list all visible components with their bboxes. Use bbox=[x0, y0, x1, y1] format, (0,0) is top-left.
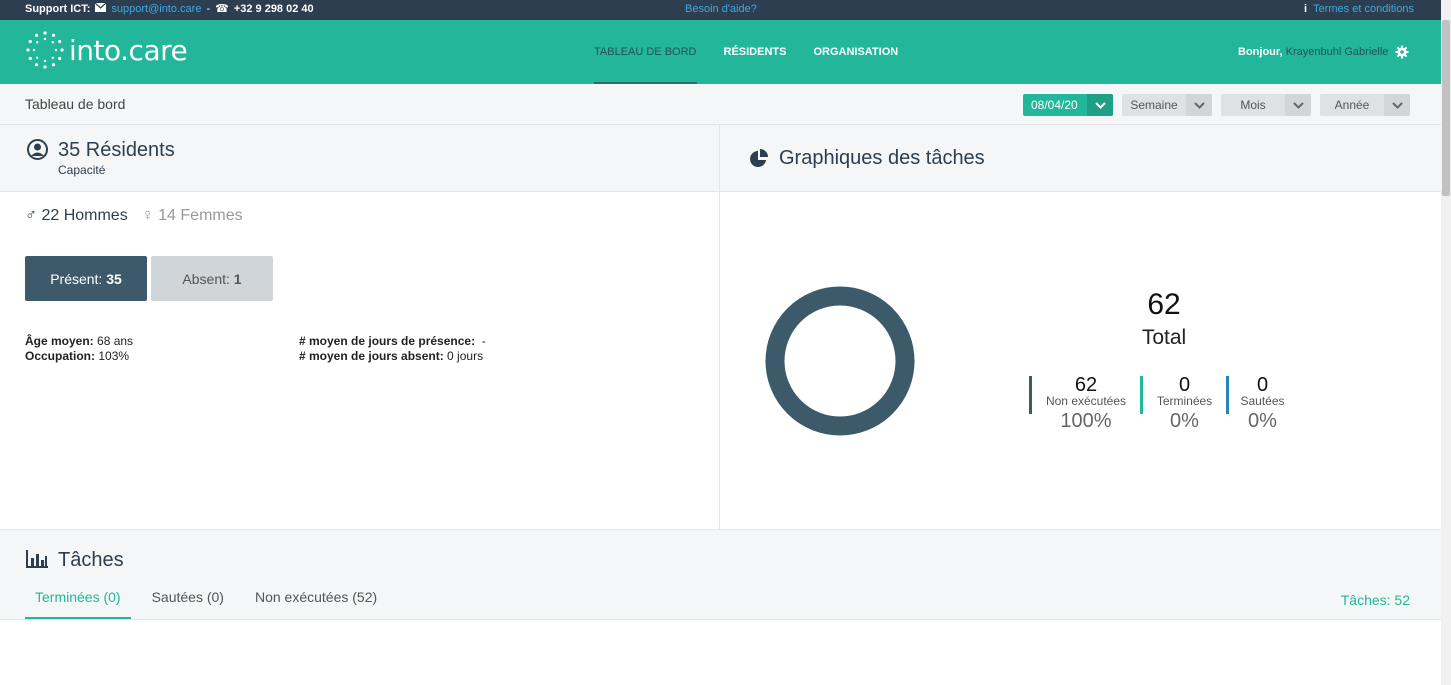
presence-days-value: - bbox=[481, 334, 486, 348]
absent-days-value: 0 jours bbox=[447, 349, 484, 363]
logo-icon bbox=[26, 31, 64, 69]
resident-stats-left: Âge moyen: 68 ans Occupation: 103% bbox=[25, 334, 133, 364]
tasks-section: Tâches Terminées (0) Sautées (0) Non exé… bbox=[0, 529, 1441, 620]
donut-slice-0 bbox=[765, 286, 915, 436]
residents-header: 35 Résidents Capacité bbox=[0, 125, 719, 192]
year-select[interactable]: Année bbox=[1320, 94, 1410, 116]
support-label: Support ICT: bbox=[25, 3, 91, 15]
phone-icon: ☎ bbox=[215, 2, 229, 15]
support-phone: +32 9 298 02 40 bbox=[233, 3, 314, 15]
year-label: Année bbox=[1334, 98, 1370, 112]
present-value: 35 bbox=[106, 270, 122, 287]
kpi-label: Non exécutées bbox=[1045, 394, 1127, 408]
support-email-link[interactable]: support@into.care bbox=[111, 3, 201, 15]
user-greeting[interactable]: Bonjour, Krayenbuhl Gabrielle bbox=[1238, 46, 1388, 58]
women-label: 14 Femmes bbox=[158, 207, 243, 224]
nav-dashboard[interactable]: TABLEAU DE BORD bbox=[594, 20, 697, 84]
info-icon: i bbox=[1304, 2, 1308, 15]
absent-button[interactable]: Absent: 1 bbox=[151, 256, 273, 301]
tab-completed[interactable]: Terminées (0) bbox=[25, 589, 131, 619]
support-bar: Support ICT: support@into.care - ☎ +32 9… bbox=[0, 0, 1451, 20]
total-label: Total bbox=[1141, 326, 1187, 349]
date-select[interactable]: 08/04/20 bbox=[1023, 94, 1113, 116]
kpi-percent: 100% bbox=[1060, 410, 1112, 432]
task-chart-title: Graphiques des tâches bbox=[779, 147, 985, 169]
scrollbar-thumb[interactable] bbox=[1442, 20, 1450, 196]
week-label: Semaine bbox=[1130, 98, 1178, 112]
date-value: 08/04/20 bbox=[1031, 98, 1078, 112]
period-filters: 08/04/20 Semaine Mois Année bbox=[1023, 94, 1410, 116]
tasks-title: Tâches bbox=[58, 549, 124, 571]
chevron-down-icon bbox=[1285, 94, 1311, 116]
men-label: 22 Hommes bbox=[41, 207, 128, 224]
present-label: Présent: bbox=[50, 270, 103, 287]
absent-value: 1 bbox=[233, 270, 242, 287]
gear-icon[interactable] bbox=[1395, 45, 1409, 59]
chevron-down-icon bbox=[1384, 94, 1410, 116]
presence-days-label: # moyen de jours de présence: bbox=[299, 334, 476, 348]
occupation-label: Occupation: bbox=[25, 349, 96, 363]
present-button[interactable]: Présent: 35 bbox=[25, 256, 147, 301]
terms: i Termes et conditions bbox=[1304, 3, 1414, 15]
greeting-label: Bonjour, bbox=[1238, 46, 1283, 58]
task-kpis: 62 Non exécutées 100% 0 Terminées 0% 0 S… bbox=[1029, 374, 1296, 432]
logo[interactable]: into.care bbox=[25, 30, 188, 70]
chevron-down-icon bbox=[1087, 94, 1113, 116]
men-count: ♂ 22 Hommes bbox=[25, 207, 128, 225]
kpi-label: Sautées bbox=[1240, 394, 1285, 408]
separator: - bbox=[206, 3, 211, 15]
task-chart-header: Graphiques des tâches bbox=[720, 125, 1441, 192]
kpi-value: 0 bbox=[1256, 374, 1269, 396]
absent-label: Absent: bbox=[182, 270, 230, 287]
female-icon: ♀ bbox=[141, 207, 154, 224]
nav-organisation[interactable]: ORGANISATION bbox=[813, 20, 898, 84]
month-label: Mois bbox=[1240, 98, 1266, 112]
kpi-skipped: 0 Sautées 0% bbox=[1226, 374, 1296, 432]
age-value: 68 ans bbox=[97, 334, 134, 348]
kpi-not-executed: 62 Non exécutées 100% bbox=[1029, 374, 1140, 432]
occupation-value: 103% bbox=[98, 349, 130, 363]
kpi-label: Terminées bbox=[1156, 394, 1213, 408]
kpi-value: 0 bbox=[1178, 374, 1191, 396]
terms-link[interactable]: Termes et conditions bbox=[1313, 3, 1414, 15]
user-circle-icon bbox=[27, 139, 48, 160]
help-link[interactable]: Besoin d'aide? bbox=[685, 3, 757, 15]
women-count: ♀ 14 Femmes bbox=[142, 207, 243, 225]
pie-chart-icon bbox=[750, 149, 768, 167]
breadcrumb-bar: Tableau de bord 08/04/20 Semaine Mois An… bbox=[0, 84, 1441, 125]
kpi-value: 62 bbox=[1074, 374, 1098, 396]
envelope-icon bbox=[94, 2, 107, 15]
support-info: Support ICT: support@into.care - ☎ +32 9… bbox=[25, 2, 314, 15]
absent-days-label: # moyen de jours absent: bbox=[299, 349, 444, 363]
bar-chart-icon bbox=[26, 550, 48, 568]
main-nav: TABLEAU DE BORD RÉSIDENTS ORGANISATION bbox=[594, 20, 925, 84]
kpi-percent: 0% bbox=[1248, 410, 1277, 432]
month-select[interactable]: Mois bbox=[1221, 94, 1311, 116]
male-icon: ♂ bbox=[25, 207, 37, 224]
age-label: Âge moyen: bbox=[25, 334, 94, 348]
kpi-percent: 0% bbox=[1170, 410, 1199, 432]
task-chart-panel: 62 Total 62 Non exécutées 100% 0 Terminé… bbox=[720, 192, 1441, 529]
tasks-tabs: Terminées (0) Sautées (0) Non exécutées … bbox=[25, 589, 398, 619]
resident-stats-right: # moyen de jours de présence: - # moyen … bbox=[299, 334, 486, 364]
residents-panel: ♂ 22 Hommes ♀ 14 Femmes Présent: 35 Abse… bbox=[0, 192, 719, 529]
tab-skipped[interactable]: Sautées (0) bbox=[142, 589, 234, 619]
presence-buttons: Présent: 35 Absent: 1 bbox=[25, 256, 273, 301]
task-count: Tâches: 52 bbox=[1340, 592, 1410, 608]
tab-not-executed[interactable]: Non exécutées (52) bbox=[245, 589, 387, 619]
week-select[interactable]: Semaine bbox=[1122, 94, 1212, 116]
chevron-down-icon bbox=[1186, 94, 1212, 116]
logo-text: into.care bbox=[69, 33, 188, 67]
total-value: 62 bbox=[1147, 288, 1181, 321]
tasks-list bbox=[0, 620, 1441, 685]
kpi-completed: 0 Terminées 0% bbox=[1140, 374, 1226, 432]
nav-residents[interactable]: RÉSIDENTS bbox=[724, 20, 787, 84]
residents-subtitle: Capacité bbox=[58, 163, 106, 177]
page-title: Tableau de bord bbox=[25, 96, 126, 112]
gender-breakdown: ♂ 22 Hommes ♀ 14 Femmes bbox=[25, 207, 243, 225]
user-name: Krayenbuhl Gabrielle bbox=[1285, 46, 1389, 58]
task-donut-chart bbox=[765, 286, 915, 436]
main-navbar: into.care TABLEAU DE BORD RÉSIDENTS ORGA… bbox=[0, 20, 1441, 84]
residents-title: 35 Résidents bbox=[58, 139, 175, 161]
